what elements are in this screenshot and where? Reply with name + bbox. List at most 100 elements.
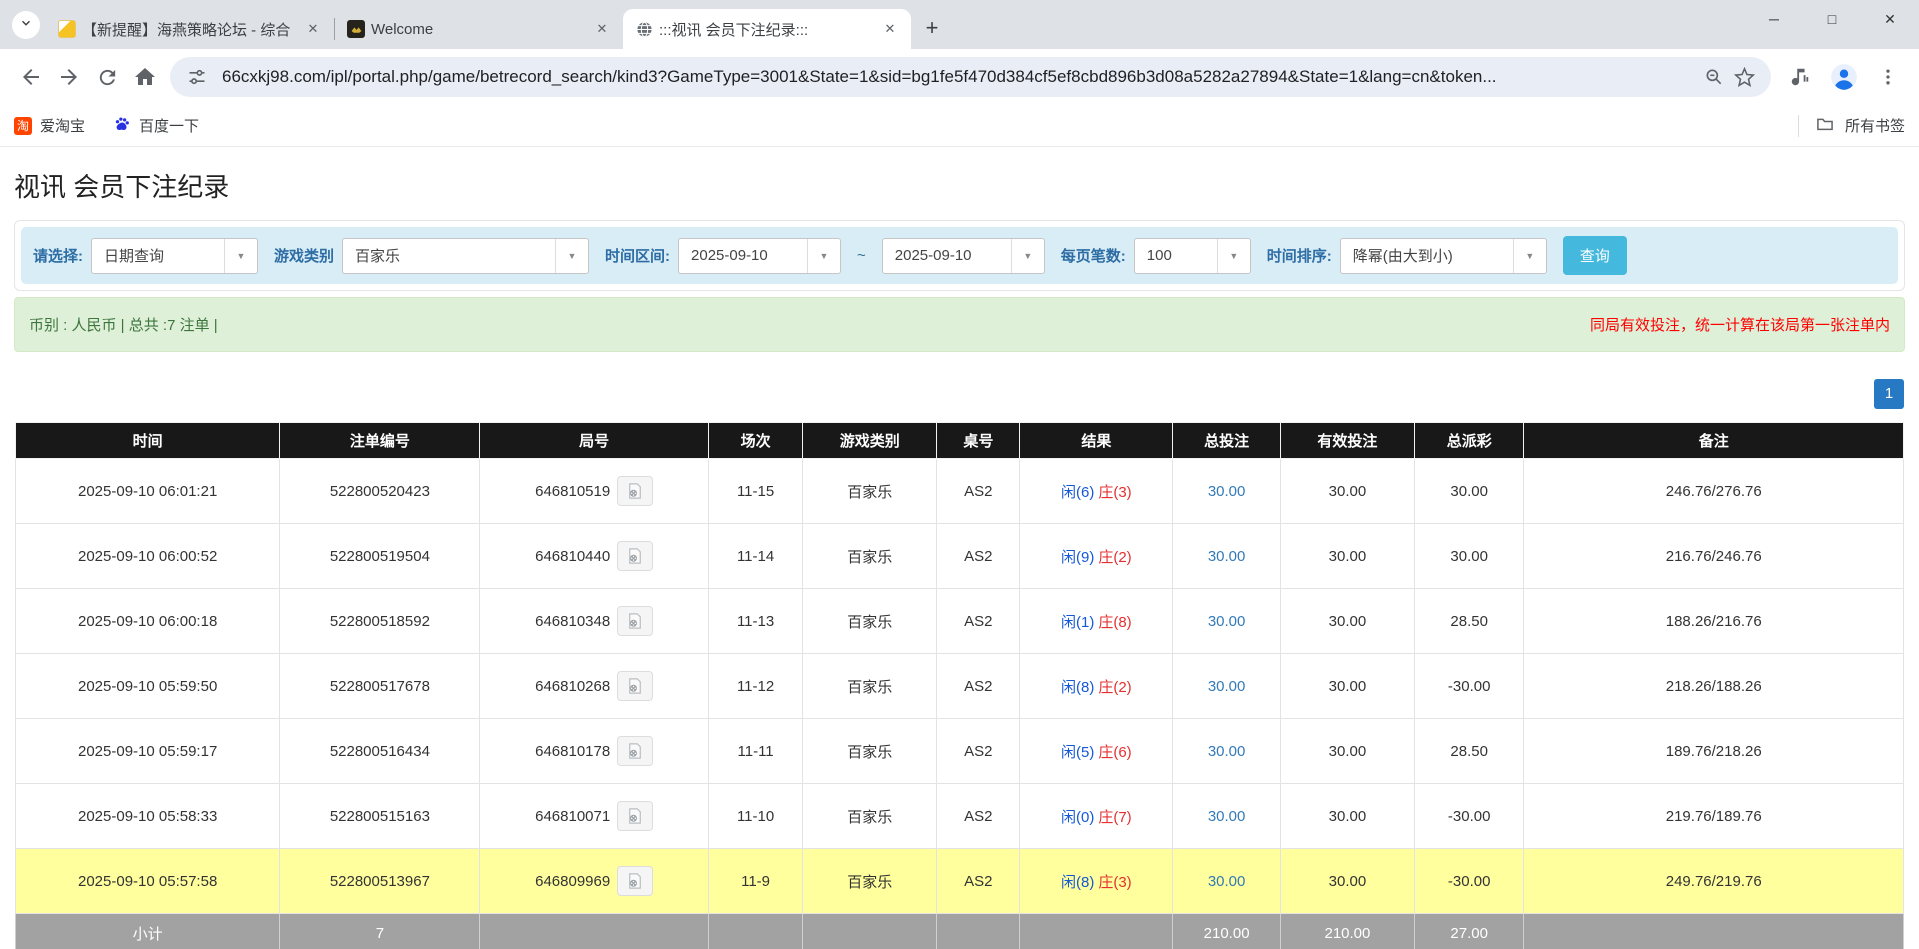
tab-search-button[interactable]: [12, 11, 40, 39]
cell-bet-no: 522800518592: [280, 589, 480, 654]
header-bet-no: 注单编号: [280, 423, 480, 459]
tab-close-icon[interactable]: ✕: [879, 18, 901, 40]
bookmark-baidu[interactable]: 百度一下: [113, 115, 199, 137]
tab-close-icon[interactable]: ✕: [302, 18, 324, 40]
welcome-favicon-icon: [347, 20, 365, 38]
table-row: 2025-09-10 05:59:17 522800516434 6468101…: [16, 719, 1904, 784]
header-result: 结果: [1020, 423, 1173, 459]
total-bet-link[interactable]: 30.00: [1208, 548, 1246, 565]
url-text[interactable]: 66cxkj98.com/ipl/portal.php/game/betreco…: [222, 67, 1689, 87]
video-replay-button[interactable]: [617, 476, 653, 506]
bookmark-star-icon[interactable]: [1729, 62, 1759, 92]
player-result: 闲(5): [1061, 744, 1094, 761]
video-replay-button[interactable]: [617, 866, 653, 896]
filter-label: 请选择:: [33, 245, 83, 266]
search-button[interactable]: 查询: [1563, 236, 1627, 275]
cell-round-no: 646810071: [480, 784, 708, 849]
total-bet-link[interactable]: 30.00: [1208, 873, 1246, 890]
cell-bet-no: 522800520423: [280, 459, 480, 524]
kebab-menu-icon[interactable]: [1869, 58, 1907, 96]
close-icon[interactable]: ✕: [1861, 0, 1919, 38]
tab-forum[interactable]: 【新提醒】海燕策略论坛 - 综合 ✕: [46, 9, 334, 49]
banker-result: 庄(3): [1098, 874, 1131, 891]
cell-session: 11-11: [708, 719, 802, 784]
sort-order-select[interactable]: 降幂(由大到小) ▼: [1340, 238, 1547, 274]
video-replay-button[interactable]: [617, 736, 653, 766]
bookmark-taobao[interactable]: 淘 爱淘宝: [14, 115, 85, 136]
cell-time: 2025-09-10 05:58:33: [16, 784, 280, 849]
cell-game-type: 百家乐: [803, 459, 937, 524]
total-bet-link[interactable]: 30.00: [1208, 808, 1246, 825]
date-to-select[interactable]: 2025-09-10 ▼: [882, 238, 1045, 274]
bet-record-table: 时间 注单编号 局号 场次 游戏类别 桌号 结果 总投注 有效投注 总派彩 备注…: [15, 422, 1904, 949]
dropdown-arrow-icon[interactable]: ▼: [807, 239, 840, 273]
cell-bet-no: 522800519504: [280, 524, 480, 589]
new-tab-button[interactable]: +: [917, 13, 947, 43]
zoom-icon[interactable]: [1699, 62, 1729, 92]
date-from-select[interactable]: 2025-09-10 ▼: [678, 238, 841, 274]
cell-game-type: 百家乐: [803, 589, 937, 654]
cell-valid-bet: 30.00: [1280, 719, 1414, 784]
site-settings-icon[interactable]: [182, 62, 212, 92]
forward-icon[interactable]: [50, 58, 88, 96]
round-number: 646810519: [535, 483, 610, 500]
cell-remark: 188.26/216.76: [1524, 589, 1904, 654]
page-size-select[interactable]: 100 ▼: [1134, 238, 1251, 274]
taobao-icon: 淘: [14, 117, 32, 135]
total-bet-link[interactable]: 30.00: [1208, 613, 1246, 630]
cell-total-bet: 30.00: [1173, 589, 1281, 654]
filter-query-type: 请选择: 日期查询 ▼: [33, 238, 258, 274]
dropdown-arrow-icon[interactable]: ▼: [1217, 239, 1250, 273]
total-bet-link[interactable]: 30.00: [1208, 483, 1246, 500]
video-replay-button[interactable]: [617, 671, 653, 701]
player-result: 闲(0): [1061, 809, 1094, 826]
tab-close-icon[interactable]: ✕: [591, 18, 613, 40]
all-bookmarks[interactable]: 所有书签: [1798, 114, 1905, 138]
filter-label: 游戏类别: [274, 245, 334, 266]
video-replay-button[interactable]: [617, 541, 653, 571]
cell-round-no: 646810519: [480, 459, 708, 524]
cell-session: 11-13: [708, 589, 802, 654]
page-1-button[interactable]: 1: [1874, 379, 1904, 409]
table-row: 2025-09-10 06:00:52 522800519504 6468104…: [16, 524, 1904, 589]
header-total-bet: 总投注: [1173, 423, 1281, 459]
total-bet-link[interactable]: 30.00: [1208, 743, 1246, 760]
cell-total-bet: 30.00: [1173, 849, 1281, 914]
game-type-select[interactable]: 百家乐 ▼: [342, 238, 589, 274]
cell-result: 闲(0)庄(7): [1020, 784, 1173, 849]
maximize-icon[interactable]: □: [1803, 0, 1861, 38]
header-round-no: 局号: [480, 423, 708, 459]
header-game-type: 游戏类别: [803, 423, 937, 459]
cell-bet-no: 522800517678: [280, 654, 480, 719]
address-bar[interactable]: 66cxkj98.com/ipl/portal.php/game/betreco…: [170, 57, 1771, 97]
total-bet-link[interactable]: 30.00: [1208, 678, 1246, 695]
cell-result: 闲(9)庄(2): [1020, 524, 1173, 589]
cell-remark: 219.76/189.76: [1524, 784, 1904, 849]
player-result: 闲(6): [1061, 484, 1094, 501]
cell-total-bet: 30.00: [1173, 719, 1281, 784]
cell-time: 2025-09-10 05:59:50: [16, 654, 280, 719]
dropdown-arrow-icon[interactable]: ▼: [1513, 239, 1546, 273]
filter-label: 时间排序:: [1267, 245, 1332, 266]
cell-valid-bet: 30.00: [1280, 459, 1414, 524]
query-type-select[interactable]: 日期查询 ▼: [91, 238, 258, 274]
dropdown-arrow-icon[interactable]: ▼: [1011, 239, 1044, 273]
media-controls-icon[interactable]: [1781, 58, 1819, 96]
tab-bet-record[interactable]: :::视讯 会员下注纪录::: ✕: [623, 9, 911, 49]
video-replay-button[interactable]: [617, 606, 653, 636]
banker-result: 庄(7): [1098, 809, 1131, 826]
tab-welcome[interactable]: Welcome ✕: [335, 9, 623, 49]
video-replay-button[interactable]: [617, 801, 653, 831]
reload-icon[interactable]: [88, 58, 126, 96]
banker-result: 庄(2): [1098, 549, 1131, 566]
minimize-icon[interactable]: ─: [1745, 0, 1803, 38]
dropdown-arrow-icon[interactable]: ▼: [224, 239, 257, 273]
profile-avatar[interactable]: [1825, 58, 1863, 96]
subtotal-payout: 27.00: [1414, 914, 1524, 949]
player-result: 闲(8): [1061, 679, 1094, 696]
back-icon[interactable]: [12, 58, 50, 96]
dropdown-arrow-icon[interactable]: ▼: [555, 239, 588, 273]
header-time: 时间: [16, 423, 280, 459]
bookmark-label: 爱淘宝: [40, 115, 85, 136]
home-icon[interactable]: [126, 58, 164, 96]
